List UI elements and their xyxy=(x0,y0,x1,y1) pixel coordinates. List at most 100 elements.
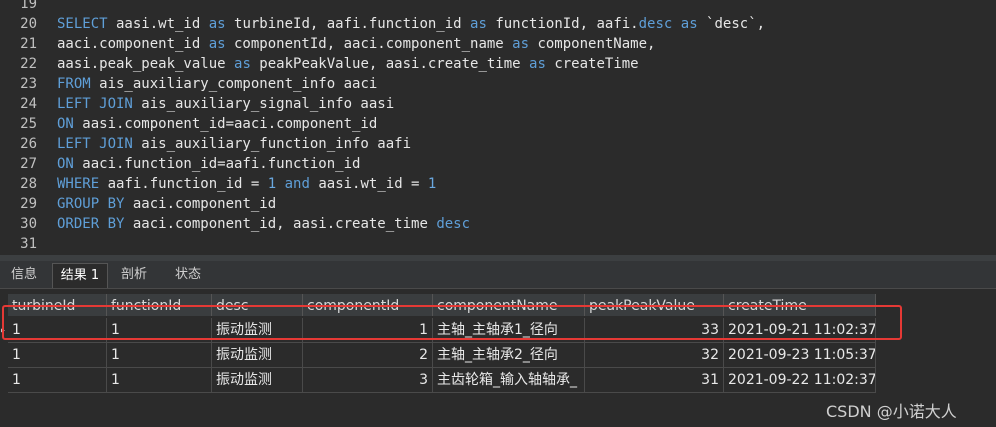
table-cell[interactable]: 1 xyxy=(303,318,433,343)
code-text: aasi.peak_peak_value as peakPeakValue, a… xyxy=(57,54,639,74)
tab-info[interactable]: 信息 xyxy=(4,263,44,287)
code-text: ORDER BY aaci.component_id, aasi.create_… xyxy=(57,214,470,234)
sql-text: componentId, aaci.component_name xyxy=(225,36,513,52)
line-number: 27 xyxy=(20,156,37,172)
sql-keyword: ORDER BY xyxy=(57,216,125,232)
code-text: GROUP BY aaci.component_id xyxy=(57,194,276,214)
sql-text: componentName, xyxy=(529,36,656,52)
table-cell[interactable]: 振动监测 xyxy=(212,343,303,368)
sql-editor[interactable]: 19 20 SELECT aasi.wt_id as turbineId, aafi… xyxy=(0,0,996,255)
table-cell[interactable]: 振动监测 xyxy=(212,318,303,343)
sql-text: createTime xyxy=(545,56,639,72)
table-cell[interactable]: 主轴_主轴承1_径向 xyxy=(433,318,585,343)
sql-keyword: WHERE xyxy=(57,176,100,192)
line-number: 26 xyxy=(20,136,37,152)
table-cell[interactable]: 振动监测 xyxy=(212,368,303,393)
table-row[interactable]: 1 1 振动监测 3 主齿轮箱_输入轴轴承_ 31 2021-09-22 11:02:37 xyxy=(0,368,876,393)
sql-keyword: LEFT JOIN xyxy=(57,136,133,152)
sql-text: ais_auxiliary_function_info aafi xyxy=(132,136,412,152)
sql-keyword: ON xyxy=(57,156,74,172)
sql-text: ais_auxiliary_signal_info aasi xyxy=(132,96,395,112)
sql-text: aaci.function_id=aafi.function_id xyxy=(73,156,361,172)
table-cell[interactable]: 1 xyxy=(107,343,212,368)
column-header-createTime[interactable]: createTime xyxy=(724,294,876,316)
sql-keyword: SELECT xyxy=(57,16,108,32)
table-cell[interactable]: 主轴_主轴承2_径向 xyxy=(433,343,585,368)
sql-keyword: as xyxy=(680,16,698,32)
table-cell[interactable]: 2 xyxy=(303,343,433,368)
code-text: LEFT JOIN ais_auxiliary_signal_info aasi xyxy=(57,94,394,114)
table-cell[interactable]: 2021-09-23 11:05:37 xyxy=(724,343,876,368)
table-cell[interactable]: 1 xyxy=(8,368,107,393)
sql-keyword: as xyxy=(234,56,251,72)
column-header-peakPeakValue[interactable]: peakPeakValue xyxy=(585,294,724,316)
line-number: 28 xyxy=(20,176,37,192)
line-number: 19 xyxy=(20,0,37,12)
table-cell[interactable]: 1 xyxy=(107,368,212,393)
result-tab-bar: 信息 结果 1 剖析 状态 xyxy=(0,261,996,289)
table-cell[interactable]: 32 xyxy=(585,343,724,368)
line-number: 24 xyxy=(20,96,37,112)
watermark: CSDN @小诺大人 xyxy=(826,402,957,421)
sql-text: aaci.component_id xyxy=(57,36,209,52)
column-header-functionId[interactable]: functionId xyxy=(107,294,212,316)
line-number: 30 xyxy=(20,216,37,232)
table-cell[interactable]: 1 xyxy=(8,343,107,368)
column-header-desc[interactable]: desc xyxy=(212,294,303,316)
sql-keyword: FROM xyxy=(57,76,91,92)
line-number: 25 xyxy=(20,116,37,132)
table-cell[interactable]: 2021-09-22 11:02:37 xyxy=(724,368,876,393)
sql-keyword: as xyxy=(470,16,487,32)
column-header-turbineId[interactable]: turbineId xyxy=(8,294,107,316)
sql-text: `desc`, xyxy=(697,16,766,32)
sql-keyword: and xyxy=(284,176,310,192)
table-row[interactable]: ▸ 1 1 振动监测 1 主轴_主轴承1_径向 33 2021-09-21 11:02:37 xyxy=(0,318,876,343)
table-cell[interactable]: 1 xyxy=(8,318,107,343)
code-text: ON aasi.component_id=aaci.component_id xyxy=(57,114,377,134)
sql-text: aafi.function_id = xyxy=(99,176,268,192)
table-cell[interactable]: 3 xyxy=(303,368,433,393)
code-text: FROM ais_auxiliary_component_info aaci xyxy=(57,74,377,94)
sql-keyword: desc xyxy=(436,216,471,232)
sql-number: 1 xyxy=(427,176,437,192)
table-cell[interactable]: 33 xyxy=(585,318,724,343)
code-text: SELECT aasi.wt_id as turbineId, aafi.fun… xyxy=(57,14,765,34)
column-header-componentName[interactable]: componentName xyxy=(433,294,585,316)
sql-text: ais_auxiliary_component_info aaci xyxy=(90,76,378,92)
sql-text: aasi.wt_id = xyxy=(309,176,428,192)
code-text: ON aaci.function_id=aafi.function_id xyxy=(57,154,360,174)
sql-keyword: as xyxy=(529,56,546,72)
code-text: aaci.component_id as componentId, aaci.c… xyxy=(57,34,655,54)
sql-text: peakPeakValue, aasi.create_time xyxy=(250,56,530,72)
sql-keyword: GROUP BY xyxy=(57,196,125,212)
sql-keyword: LEFT JOIN xyxy=(57,96,133,112)
sql-text: turbineId, aafi.function_id xyxy=(225,16,471,32)
sql-text: aaci.component_id xyxy=(124,196,277,212)
code-text: WHERE aafi.function_id = 1 and aasi.wt_i… xyxy=(57,174,436,194)
sql-keyword: desc xyxy=(638,16,673,32)
line-number: 23 xyxy=(20,76,37,92)
table-cell[interactable]: 1 xyxy=(107,318,212,343)
line-number: 31 xyxy=(20,236,37,252)
table-cell[interactable]: 31 xyxy=(585,368,724,393)
sql-number: 1 xyxy=(267,176,277,192)
table-cell[interactable]: 主齿轮箱_输入轴轴承_ xyxy=(433,368,585,393)
sql-keyword: as xyxy=(512,36,530,52)
sql-keyword: as xyxy=(208,16,226,32)
line-number: 21 xyxy=(20,36,37,52)
line-number: 20 xyxy=(20,16,37,32)
sql-keyword: ON xyxy=(57,116,74,132)
sql-text: aasi.component_id=aaci.component_id xyxy=(73,116,378,132)
table-row[interactable]: 1 1 振动监测 2 主轴_主轴承2_径向 32 2021-09-23 11:05:37 xyxy=(0,343,876,368)
tab-status[interactable]: 状态 xyxy=(164,263,212,287)
table-cell[interactable]: 2021-09-21 11:02:37 xyxy=(724,318,876,343)
sql-text: aasi.peak_peak_value xyxy=(57,56,235,72)
column-header-componentId[interactable]: componentId xyxy=(303,294,433,316)
tab-result-1[interactable]: 结果 1 xyxy=(52,263,108,288)
sql-text: functionId, aafi. xyxy=(486,16,639,32)
line-number: 22 xyxy=(20,56,37,72)
tab-profile[interactable]: 剖析 xyxy=(112,263,156,287)
sql-text: aasi.wt_id xyxy=(107,16,209,32)
current-row-marker-icon: ▸ xyxy=(0,325,7,336)
